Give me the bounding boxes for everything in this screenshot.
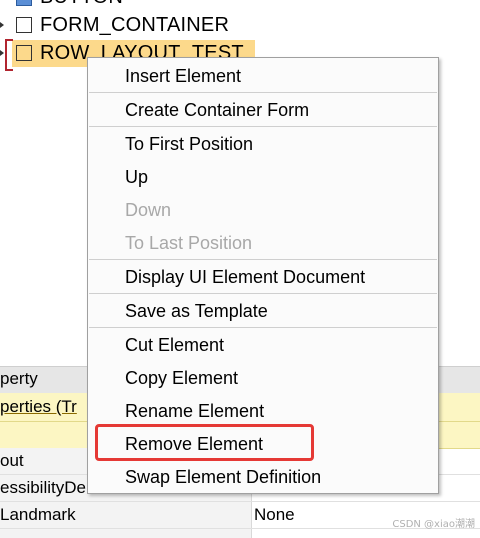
menu-separator xyxy=(89,126,437,127)
button-element-icon xyxy=(16,0,32,6)
menu-item-label: Cut Element xyxy=(125,335,225,355)
properties-group-label: perties (Tr xyxy=(0,397,77,416)
property-header-label: perty xyxy=(0,369,38,388)
expand-arrow-icon[interactable] xyxy=(0,50,6,56)
menu-item-label: Down xyxy=(125,200,172,220)
expand-arrow-icon[interactable] xyxy=(0,22,6,28)
menu-item-copy-element[interactable]: Copy Element xyxy=(88,364,438,392)
menu-separator xyxy=(89,92,437,93)
menu-item-insert-element[interactable]: Insert Element xyxy=(88,62,438,90)
menu-item-label: To First Position xyxy=(125,134,254,154)
tree-node-form-container[interactable]: FORM_CONTAINER xyxy=(0,12,260,38)
menu-item-up[interactable]: Up xyxy=(88,163,438,191)
annotation-highlight-box xyxy=(95,424,314,461)
menu-item-label: Rename Element xyxy=(125,401,265,421)
property-name: Landmark xyxy=(0,505,76,524)
menu-separator xyxy=(89,293,437,294)
menu-item-label: Display UI Element Document xyxy=(125,267,366,287)
checkbox-icon xyxy=(16,45,32,61)
watermark: CSDN @xiao潮潮 xyxy=(392,519,475,530)
menu-item-label: Save as Template xyxy=(125,301,268,321)
menu-item-to-last-position: To Last Position xyxy=(88,229,438,257)
menu-item-label: Create Container Form xyxy=(125,100,310,120)
menu-item-to-first-position[interactable]: To First Position xyxy=(88,130,438,158)
menu-separator xyxy=(89,327,437,328)
menu-separator xyxy=(89,259,437,260)
tree-node-label: BUTTON xyxy=(40,0,123,9)
menu-item-cut-element[interactable]: Cut Element xyxy=(88,331,438,359)
tree-node-button[interactable]: BUTTON xyxy=(0,0,200,8)
menu-item-save-as-template[interactable]: Save as Template xyxy=(88,297,438,325)
tree-node-label: FORM_CONTAINER xyxy=(40,14,230,36)
property-value: None xyxy=(254,505,295,524)
checkbox-icon xyxy=(16,17,32,33)
menu-item-swap-element-definition[interactable]: Swap Element Definition xyxy=(88,463,438,491)
menu-item-label: Insert Element xyxy=(125,66,242,86)
property-name: essibilityDe xyxy=(0,478,86,497)
menu-item-label: Up xyxy=(125,167,149,187)
menu-item-rename-element[interactable]: Rename Element xyxy=(88,397,438,425)
property-name: out xyxy=(0,451,24,470)
menu-item-create-container-form[interactable]: Create Container Form xyxy=(88,96,438,124)
menu-item-label: To Last Position xyxy=(125,233,253,253)
menu-item-down: Down xyxy=(88,196,438,224)
menu-item-label: Swap Element Definition xyxy=(125,467,322,487)
menu-item-label: Copy Element xyxy=(125,368,239,388)
menu-item-display-ui-element-document[interactable]: Display UI Element Document xyxy=(88,263,438,291)
